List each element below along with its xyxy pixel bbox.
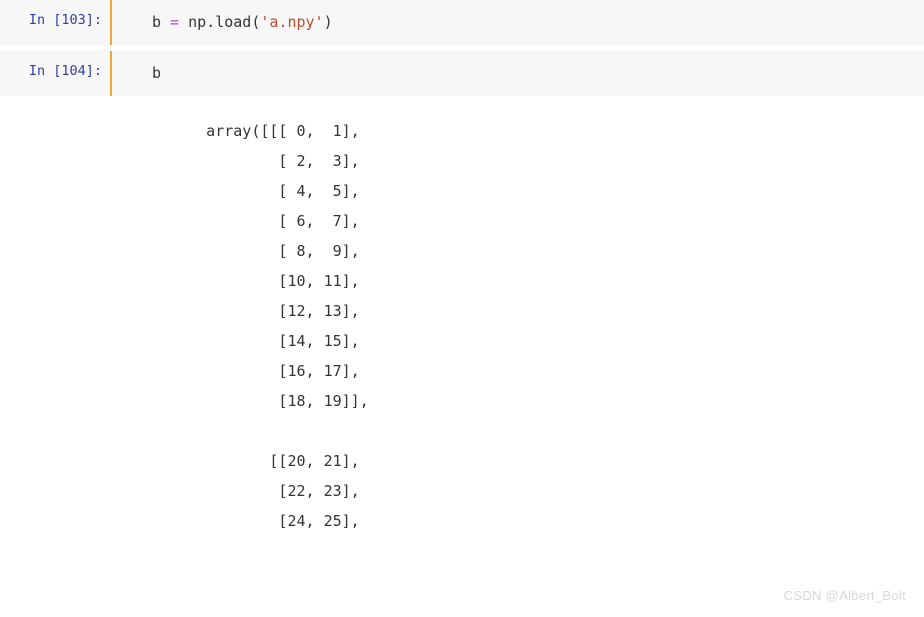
output-prompt-spacer [0,96,112,548]
code-assign-op: = [161,13,188,31]
code-close-paren: ) [324,13,333,31]
code-expr: b [152,64,161,82]
notebook-cell-104[interactable]: In [104]: b [0,51,924,96]
watermark-text: CSDN @Albert_Bolt [784,588,906,603]
code-string-arg: 'a.npy' [260,13,323,31]
input-prompt: In [103]: [0,0,110,45]
code-var: b [152,13,161,31]
output-text: array([[[ 0, 1], [ 2, 3], [ 4, 5], [ 6, … [112,96,924,548]
code-input[interactable]: b = np.load('a.npy') [112,0,924,45]
input-prompt: In [104]: [0,51,110,96]
code-input[interactable]: b [112,51,924,96]
notebook-cell-103[interactable]: In [103]: b = np.load('a.npy') [0,0,924,45]
notebook-output-104: array([[[ 0, 1], [ 2, 3], [ 4, 5], [ 6, … [0,96,924,548]
code-call: np.load( [188,13,260,31]
